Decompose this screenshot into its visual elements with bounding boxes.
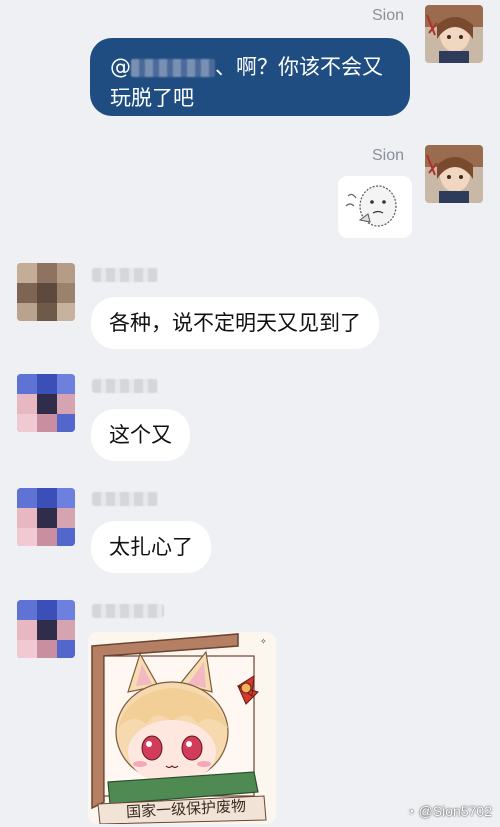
watermark-text: @Sion5702 <box>418 803 492 819</box>
pixelated-avatar-image <box>17 374 75 432</box>
message-text: 这个又 <box>109 423 172 447</box>
avatar-sion[interactable] <box>425 5 483 63</box>
message-bubble-other[interactable]: 这个又 <box>91 409 190 461</box>
message-text: 太扎心了 <box>109 535 193 559</box>
redacted-sender-name <box>92 268 158 282</box>
redacted-mention <box>131 59 215 77</box>
weibo-logo-icon: ◔ <box>406 804 415 819</box>
message-bubble-other[interactable]: 太扎心了 <box>91 521 211 573</box>
anime-catgirl-sticker[interactable]: ✧ 国家一级保护废物 <box>88 632 276 824</box>
avatar-image <box>425 5 483 63</box>
avatar-contact[interactable] <box>17 488 75 546</box>
redacted-sender-name <box>92 604 164 618</box>
message-text: 各种，说不定明天又见到了 <box>109 311 361 335</box>
avatar-contact[interactable] <box>17 263 75 321</box>
sender-name: Sion <box>371 147 404 164</box>
avatar-contact[interactable] <box>17 374 75 432</box>
message-text-prefix: @ <box>110 55 131 79</box>
thinking-face-sticker[interactable] <box>338 176 412 238</box>
pixelated-avatar-image <box>17 488 75 546</box>
redacted-sender-name <box>92 492 158 506</box>
message-bubble-self[interactable]: @ 、啊？你该不会又玩脱了吧 <box>90 38 410 116</box>
sender-name: Sion <box>371 7 404 24</box>
avatar-image <box>425 145 483 203</box>
pixelated-avatar-image <box>17 600 75 658</box>
message-bubble-other[interactable]: 各种，说不定明天又见到了 <box>91 297 379 349</box>
watermark: ◔ @Sion5702 <box>407 803 492 819</box>
redacted-sender-name <box>92 379 158 393</box>
svg-text:✧: ✧ <box>260 637 267 646</box>
avatar-sion[interactable] <box>425 145 483 203</box>
sticker-image <box>338 176 412 238</box>
pixelated-avatar-image <box>17 263 75 321</box>
avatar-contact[interactable] <box>17 600 75 658</box>
